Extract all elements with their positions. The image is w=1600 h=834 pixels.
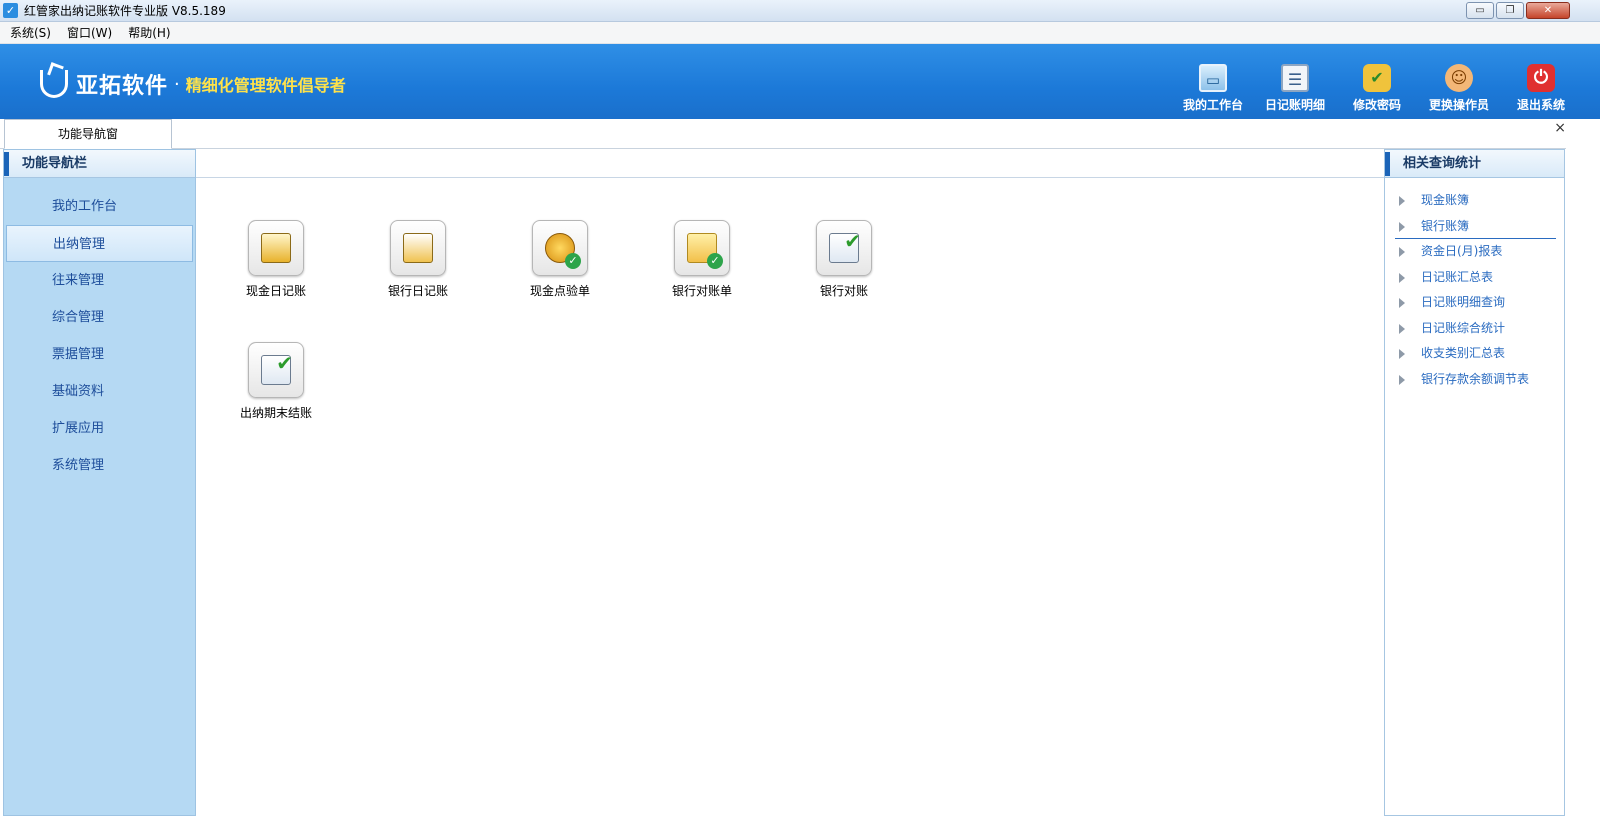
- journal-detail-button[interactable]: ☰ 日记账明细: [1254, 64, 1336, 113]
- change-password-label: 修改密码: [1352, 98, 1401, 112]
- function-label: 银行日记账: [387, 284, 448, 298]
- triangle-right-icon: [1399, 374, 1405, 385]
- menu-help[interactable]: 帮助(H): [128, 24, 170, 41]
- restore-button[interactable]: ❐: [1496, 2, 1524, 19]
- app-icon: ✓: [3, 3, 18, 18]
- minimize-button[interactable]: ▭: [1466, 2, 1494, 19]
- query-link-label: 日记账汇总表: [1421, 269, 1494, 284]
- switch-operator-label: 更换操作员: [1428, 98, 1489, 112]
- triangle-right-icon: [1399, 272, 1405, 283]
- query-link-label: 现金账簿: [1421, 193, 1470, 207]
- nav-item-system[interactable]: 系统管理: [6, 447, 193, 484]
- query-link-journal-summary[interactable]: 日记账汇总表: [1395, 265, 1564, 291]
- nav-item-general[interactable]: 综合管理: [6, 299, 193, 336]
- tab-function-navigation[interactable]: 功能导航窗: [4, 119, 172, 149]
- logo-separator: ·: [174, 73, 180, 95]
- function-bank-reconcile[interactable]: ✔ 银行对账: [794, 220, 894, 299]
- related-query-panel: 相关查询统计 现金账簿 银行账簿 资金日(月)报表 日记账汇总表 日记账明细查询…: [1384, 149, 1565, 816]
- window-controls: ▭ ❐ ✕: [1466, 2, 1570, 19]
- query-link-journal-stats[interactable]: 日记账综合统计: [1395, 316, 1564, 342]
- query-link-label: 银行账簿: [1421, 218, 1470, 233]
- close-tab-icon[interactable]: ×: [1554, 120, 1566, 136]
- triangle-right-icon: [1399, 221, 1405, 232]
- window-right-edge: [1566, 119, 1600, 816]
- function-period-close[interactable]: ✔ 出纳期末结账: [226, 342, 326, 421]
- tab-strip: 功能导航窗 ×: [0, 119, 1568, 149]
- function-label: 银行对账: [819, 284, 868, 298]
- related-query-list: 现金账簿 银行账簿 资金日(月)报表 日记账汇总表 日记账明细查询 日记账综合统…: [1385, 178, 1564, 392]
- function-cash-check[interactable]: ✓ 现金点验单: [510, 220, 610, 299]
- cash-check-icon: ✓: [532, 220, 588, 276]
- nav-item-bills[interactable]: 票据管理: [6, 336, 193, 373]
- logo-slogan: 精细化管理软件倡导者: [185, 76, 346, 95]
- title-bar: ✓ 红管家出纳记账软件专业版 V8.5.189 ▭ ❐ ✕: [0, 0, 1600, 22]
- function-bank-journal[interactable]: 银行日记账: [368, 220, 468, 299]
- triangle-right-icon: [1399, 323, 1405, 334]
- function-bank-statement[interactable]: ✓ 银行对账单: [652, 220, 752, 299]
- query-link-category-summary[interactable]: 收支类别汇总表: [1395, 341, 1564, 367]
- power-icon: ⏻: [1527, 64, 1555, 92]
- exit-system-button[interactable]: ⏻ 退出系统: [1500, 64, 1582, 113]
- left-nav-title: 功能导航栏: [4, 150, 195, 178]
- bank-reconcile-icon: ✔: [816, 220, 872, 276]
- window-title: 红管家出纳记账软件专业版 V8.5.189: [24, 4, 226, 18]
- menu-system[interactable]: 系统(S): [10, 24, 51, 41]
- workbench-button[interactable]: ▭ 我的工作台: [1172, 64, 1254, 113]
- query-link-label: 日记账综合统计: [1421, 320, 1506, 335]
- query-link-label: 日记账明细查询: [1421, 295, 1506, 309]
- list-icon: ☰: [1281, 64, 1309, 92]
- left-nav-list: 我的工作台 出纳管理 往来管理 综合管理 票据管理 基础资料 扩展应用 系统管理: [4, 178, 195, 484]
- function-label: 现金点验单: [529, 284, 590, 298]
- exit-system-label: 退出系统: [1516, 98, 1565, 112]
- triangle-right-icon: [1399, 196, 1405, 206]
- related-query-title: 相关查询统计: [1385, 150, 1564, 178]
- function-label: 银行对账单: [671, 284, 732, 298]
- user-icon: ☺: [1445, 64, 1473, 92]
- cash-journal-icon: [248, 220, 304, 276]
- nav-item-accounts[interactable]: 往来管理: [6, 262, 193, 299]
- query-link-label: 收支类别汇总表: [1421, 346, 1506, 360]
- switch-operator-button[interactable]: ☺ 更换操作员: [1418, 64, 1500, 113]
- query-link-label: 资金日(月)报表: [1421, 244, 1503, 258]
- function-label: 现金日记账: [245, 284, 306, 298]
- query-link-label: 银行存款余额调节表: [1421, 371, 1530, 386]
- header-toolbar: ▭ 我的工作台 ☰ 日记账明细 ✔ 修改密码 ☺ 更换操作员 ⏻ 退出系统: [1172, 64, 1582, 113]
- query-link-journal-detail[interactable]: 日记账明细查询: [1395, 290, 1564, 316]
- query-link-daily-monthly-report[interactable]: 资金日(月)报表: [1395, 239, 1564, 265]
- query-link-bank-ledger[interactable]: 银行账簿: [1395, 214, 1556, 239]
- nav-item-extensions[interactable]: 扩展应用: [6, 410, 193, 447]
- query-link-bank-reconciliation[interactable]: 银行存款余额调节表: [1395, 367, 1564, 393]
- triangle-right-icon: [1399, 298, 1405, 308]
- nav-item-workbench[interactable]: 我的工作台: [6, 188, 193, 225]
- monitor-icon: ▭: [1199, 64, 1227, 92]
- nav-item-cashier[interactable]: 出纳管理: [6, 225, 193, 262]
- change-password-button[interactable]: ✔ 修改密码: [1336, 64, 1418, 113]
- workbench-label: 我的工作台: [1182, 98, 1243, 112]
- query-link-cash-ledger[interactable]: 现金账簿: [1395, 188, 1564, 214]
- journal-detail-label: 日记账明细: [1264, 98, 1325, 112]
- nav-item-basic-data[interactable]: 基础资料: [6, 373, 193, 410]
- left-nav-panel: 功能导航栏 我的工作台 出纳管理 往来管理 综合管理 票据管理 基础资料 扩展应…: [3, 149, 196, 816]
- menu-bar: 系统(S) 窗口(W) 帮助(H): [0, 22, 1600, 44]
- function-cash-journal[interactable]: 现金日记账: [226, 220, 326, 299]
- header-banner: 亚拓软件 · 精细化管理软件倡导者 ▭ 我的工作台 ☰ 日记账明细 ✔ 修改密码…: [0, 44, 1600, 119]
- triangle-right-icon: [1399, 247, 1405, 257]
- function-content-area: 现金日记账 银行日记账 ✓ 现金点验单 ✓ 银行对账单 ✔ 银行对账 ✔ 出纳期…: [196, 177, 1384, 816]
- logo-name: 亚拓软件: [76, 74, 169, 99]
- period-close-icon: ✔: [248, 342, 304, 398]
- brand-logo: 亚拓软件 · 精细化管理软件倡导者: [40, 68, 346, 100]
- bank-journal-icon: [390, 220, 446, 276]
- menu-window[interactable]: 窗口(W): [67, 24, 112, 41]
- bank-statement-icon: ✓: [674, 220, 730, 276]
- lock-icon: ✔: [1363, 64, 1391, 92]
- logo-mark-icon: [40, 70, 68, 98]
- function-label: 出纳期末结账: [239, 406, 312, 420]
- triangle-right-icon: [1399, 349, 1405, 359]
- close-button[interactable]: ✕: [1526, 2, 1570, 19]
